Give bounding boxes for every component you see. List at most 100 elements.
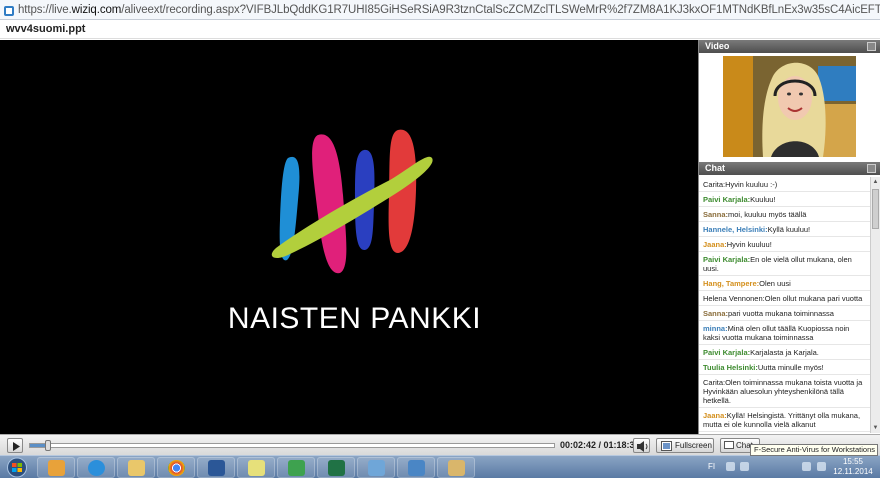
chat-scrollbar[interactable]: ▲ ▼ xyxy=(870,177,880,433)
chat-message: Carita:Hyvin kuuluu :-) xyxy=(699,177,870,192)
player-controls: 00:02:42 / 01:18:32 Fullscreen Chat xyxy=(0,434,880,455)
chat-sender: Hang, Tampere: xyxy=(703,279,760,288)
taskbar-lync[interactable] xyxy=(277,457,315,478)
taskbar-excel[interactable] xyxy=(317,457,355,478)
taskbar-outlook[interactable] xyxy=(37,457,75,478)
chat-message: minna:Minä olen ollut täällä Kuopiossa n… xyxy=(699,321,870,345)
video-panel xyxy=(699,53,880,162)
app-icon xyxy=(368,460,385,476)
clock-time: 15:55 xyxy=(842,457,864,466)
maximize-icon[interactable] xyxy=(867,164,876,173)
windows-logo-icon xyxy=(7,457,27,478)
chat-text: moi, kuuluu myös täällä xyxy=(728,210,807,219)
chat-sender: Tuulia Helsinki: xyxy=(703,363,758,372)
address-bar[interactable]: https://live.wiziq.com/aliveext/recordin… xyxy=(0,0,880,20)
chat-sender: Sanna: xyxy=(703,210,729,219)
taskbar-notes[interactable] xyxy=(237,457,275,478)
chat-panel-title: Chat xyxy=(705,163,725,173)
chat-text: Uutta minulle myös! xyxy=(757,363,824,372)
chat-sender: Paivi Karjala: xyxy=(703,348,751,357)
chat-message: Paivi Karjala:En ole vielä ollut mukana,… xyxy=(699,252,870,276)
tray-icon[interactable] xyxy=(740,462,749,471)
chat-text: Carita:Hyvin kuuluu :-) xyxy=(703,180,778,189)
taskbar-paint[interactable] xyxy=(437,457,475,478)
tray-tooltip: F-Secure Anti-Virus for Workstations xyxy=(750,444,878,456)
seek-handle[interactable] xyxy=(45,440,51,451)
video-panel-title: Video xyxy=(705,41,730,51)
chat-sender: Paivi Karjala: xyxy=(703,195,751,204)
play-button[interactable] xyxy=(7,438,23,453)
chat-text: Carita:Olen toiminnassa mukana toista vu… xyxy=(703,378,863,405)
taskbar-internet-explorer[interactable] xyxy=(77,457,115,478)
excel-icon xyxy=(328,460,345,476)
logo-stroke-magenta xyxy=(312,134,347,274)
chat-message-list[interactable]: Carita:Hyvin kuuluu :-) Paivi Karjala:Kuu… xyxy=(699,177,870,433)
lync-icon xyxy=(288,460,305,476)
chat-message: Sanna:pari vuotta mukana toiminnassa xyxy=(699,306,870,321)
outlook-icon xyxy=(48,460,65,476)
notes-icon xyxy=(248,460,265,476)
document-title: wvv4suomi.ppt xyxy=(6,23,86,35)
scrollbar-thumb[interactable] xyxy=(872,189,879,229)
folder-icon xyxy=(128,460,145,476)
document-title-bar: wvv4suomi.ppt xyxy=(0,20,880,39)
chat-text: Helena Vennonen:Olen ollut mukana pari v… xyxy=(703,294,863,303)
chat-text: Kyllä! Helsingistä. Yrittänyt olla mukan… xyxy=(703,411,861,429)
url-text: https://live.wiziq.com/aliveext/recordin… xyxy=(18,4,880,16)
network-icon[interactable] xyxy=(802,462,811,471)
windows-taskbar: FI 15:55 12.11.2014 xyxy=(0,455,880,478)
url-host: https://live. xyxy=(18,3,72,16)
tray-icon[interactable] xyxy=(726,462,735,471)
chat-icon xyxy=(724,441,734,449)
play-icon xyxy=(13,442,20,451)
chat-message: Jaana:Kyllä! Helsingistä. Yrittänyt olla… xyxy=(699,408,870,432)
taskbar-word[interactable] xyxy=(197,457,235,478)
scroll-up-icon[interactable]: ▲ xyxy=(872,178,879,186)
chat-message: Sanna:moi, kuuluu myös täällä xyxy=(699,207,870,222)
chat-message: Helena Vennonen:Olen ollut mukana pari v… xyxy=(699,291,870,306)
side-panel: Video Chat Carita:Hyvin kuuluu :-) Paivi … xyxy=(698,40,880,434)
chat-sender: Jaana: xyxy=(703,240,727,249)
taskbar-remote-desktop[interactable] xyxy=(397,457,435,478)
clock-date: 12.11.2014 xyxy=(833,467,873,476)
seek-bar[interactable] xyxy=(29,440,555,451)
word-icon xyxy=(208,460,225,476)
chat-message: Carita:Olen toiminnassa mukana toista vu… xyxy=(699,375,870,408)
scroll-down-icon[interactable]: ▼ xyxy=(872,424,879,432)
video-panel-header: Video xyxy=(699,40,880,53)
maximize-icon[interactable] xyxy=(867,42,876,51)
chat-message: Tuulia Helsinki:Uutta minulle myös! xyxy=(699,360,870,375)
ie-icon xyxy=(88,460,105,476)
fullscreen-label: Fullscreen xyxy=(675,441,712,450)
chat-sender: Jaana: xyxy=(703,411,727,420)
chat-text: Olen uusi xyxy=(759,279,791,288)
taskbar-chrome[interactable] xyxy=(157,457,195,478)
chat-sender: Sanna: xyxy=(703,309,729,318)
chat-sender: Hannele, Helsinki: xyxy=(703,225,768,234)
chat-text: Kuuluu! xyxy=(750,195,776,204)
chat-text: Hyvin kuuluu! xyxy=(726,240,772,249)
remote-desktop-icon xyxy=(408,460,425,476)
taskbar-explorer[interactable] xyxy=(117,457,155,478)
chat-message: Hannele, Helsinki:Kyllä kuuluu! xyxy=(699,222,870,237)
chat-text: Karjalasta ja Karjala. xyxy=(750,348,819,357)
slide-title: NAISTEN PANKKI xyxy=(227,302,482,335)
chat-message: Paivi Karjala:Kuuluu! xyxy=(699,192,870,207)
system-clock[interactable]: 15:55 12.11.2014 xyxy=(833,457,873,477)
language-indicator[interactable]: FI xyxy=(708,462,715,471)
chat-sender: minna: xyxy=(703,324,728,333)
taskbar-app[interactable] xyxy=(357,457,395,478)
chat-sender: Paivi Karjala: xyxy=(703,255,751,264)
chat-message: Jaana:Hyvin kuuluu! xyxy=(699,237,870,252)
fullscreen-icon xyxy=(661,441,672,451)
speaker-icon xyxy=(637,441,648,452)
url-domain: wiziq.com xyxy=(71,3,122,16)
chat-text: pari vuotta mukana toiminnassa xyxy=(728,309,834,318)
volume-button[interactable] xyxy=(633,438,650,453)
volume-icon[interactable] xyxy=(817,462,826,471)
chrome-icon xyxy=(168,460,185,476)
chat-text: Kyllä kuuluu! xyxy=(767,225,811,234)
webcam-video xyxy=(723,56,856,157)
fullscreen-button[interactable]: Fullscreen xyxy=(656,438,714,453)
start-button[interactable] xyxy=(3,457,31,478)
